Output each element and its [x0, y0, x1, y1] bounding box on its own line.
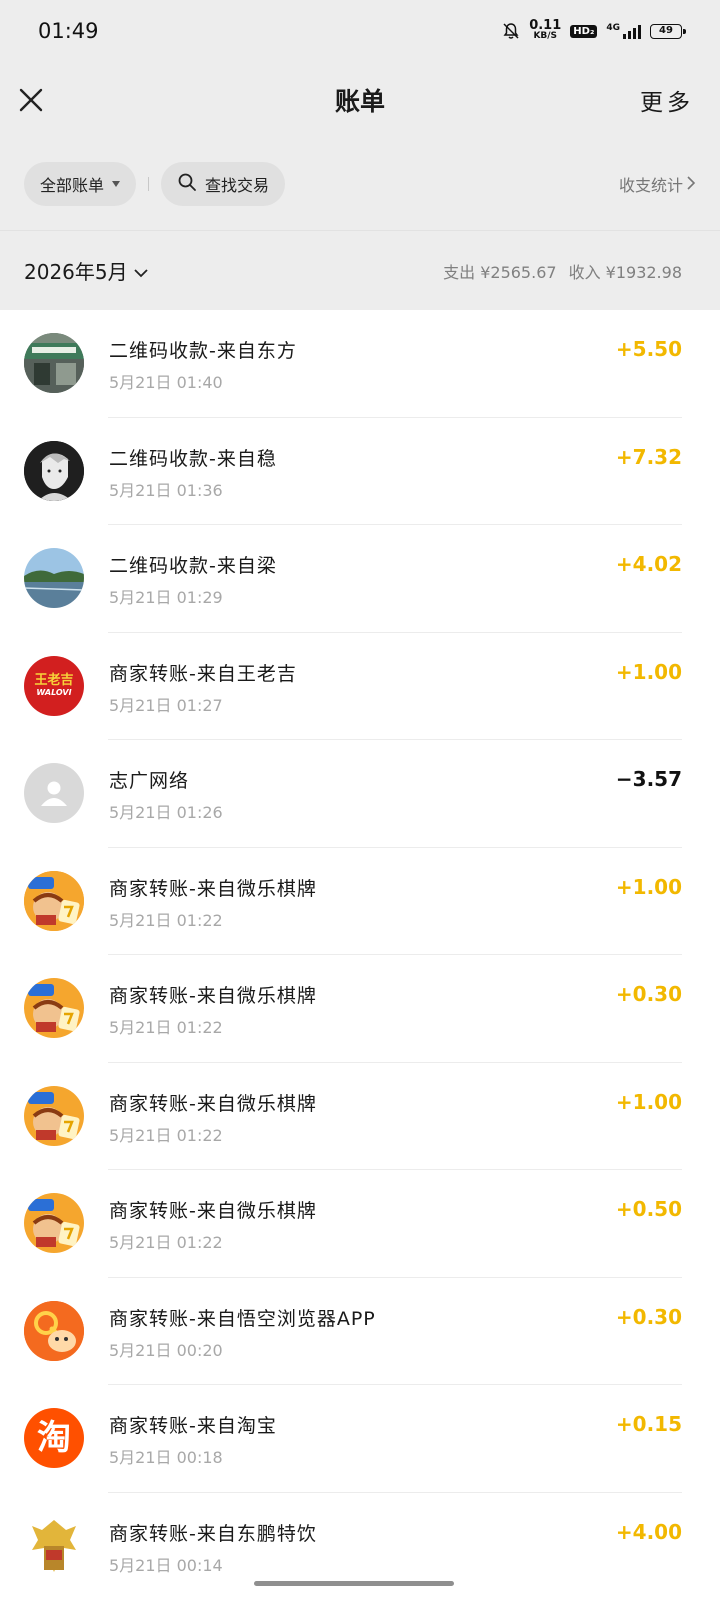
- search-label: 查找交易: [205, 176, 270, 195]
- page-title: 账单: [334, 87, 385, 116]
- month-label: 2026年5月: [24, 260, 128, 284]
- nav-bar: 账单 更多: [0, 62, 720, 138]
- transaction-amount: +1.00: [615, 874, 682, 899]
- transaction-amount: +4.00: [615, 1519, 682, 1544]
- transaction-item[interactable]: 商家转账-来自微乐棋牌 5月21日 01:22 +1.00: [0, 848, 720, 955]
- transaction-title: 商家转账-来自微乐棋牌: [109, 1092, 317, 1115]
- transaction-title: 志广网络: [109, 770, 190, 792]
- transaction-time: 5月21日 00:20: [109, 1340, 223, 1360]
- transaction-title: 二维码收款-来自稳: [109, 447, 277, 470]
- filter-row: 全部账单 查找交易 收支统计: [0, 138, 720, 230]
- transaction-item[interactable]: 商家转账-来自悟空浏览器APP 5月21日 00:20 +0.30: [0, 1278, 720, 1385]
- transaction-item[interactable]: 二维码收款-来自东方 5月21日 01:40 +5.50: [0, 310, 720, 418]
- transaction-time: 5月21日 01:36: [109, 480, 223, 500]
- taobao-logo-text: 淘: [37, 1418, 71, 1458]
- hd-badge: HD₂: [570, 24, 598, 38]
- transaction-amount: +0.15: [615, 1412, 682, 1436]
- wukong-browser-logo-avatar: [24, 1300, 84, 1361]
- net-speed: 0.11 KB/S: [529, 18, 562, 41]
- storefront-avatar: [24, 333, 84, 393]
- transaction-item[interactable]: 商家转账-来自微乐棋牌 5月21日 01:22 +1.00: [0, 1063, 720, 1170]
- default-person-avatar: [24, 763, 84, 823]
- transaction-title: 商家转账-来自微乐棋牌: [109, 985, 317, 1007]
- weile-cards-logo-avatar: [24, 978, 84, 1038]
- transaction-time: 5月21日 00:18: [109, 1448, 223, 1467]
- transaction-list: 二维码收款-来自东方 5月21日 01:40 +5.50 二维码收款-来自稳 5…: [0, 310, 720, 1600]
- month-expense: 支出 ¥2565.67: [443, 262, 557, 282]
- transaction-amount: +4.02: [615, 552, 682, 576]
- search-icon: [177, 172, 197, 196]
- transaction-item[interactable]: 二维码收款-来自稳 5月21日 01:36 +7.32: [0, 418, 720, 525]
- transaction-amount: +1.00: [615, 1089, 682, 1114]
- transaction-title: 二维码收款-来自梁: [109, 555, 277, 577]
- transaction-time: 5月21日 00:14: [109, 1555, 223, 1575]
- all-bills-filter[interactable]: 全部账单: [24, 162, 137, 206]
- chevron-down-icon: [133, 259, 148, 283]
- transaction-amount: +5.50: [615, 337, 682, 361]
- home-indicator[interactable]: [254, 1581, 454, 1586]
- transaction-item[interactable]: 志广网络 5月21日 01:26 −3.57: [0, 740, 720, 848]
- transaction-item[interactable]: 商家转账-来自微乐棋牌 5月21日 01:22 +0.50: [0, 1170, 720, 1278]
- transaction-time: 5月21日 01:40: [109, 373, 223, 392]
- transaction-title: 商家转账-来自王老吉: [109, 662, 297, 685]
- search-transaction-button[interactable]: 查找交易: [161, 162, 286, 206]
- transaction-time: 5月21日 01:22: [109, 1233, 223, 1252]
- dongpeng-logo-avatar: [24, 1515, 84, 1576]
- transaction-item[interactable]: 商家转账-来自微乐棋牌 5月21日 01:22 +0.30: [0, 955, 720, 1063]
- month-income: 收入 ¥1932.98: [568, 262, 682, 282]
- lake-landscape-avatar: [24, 548, 84, 608]
- month-row: 2026年5月 支出 ¥2565.67 收入 ¥1932.98: [0, 230, 720, 310]
- transaction-time: 5月21日 01:27: [109, 695, 223, 715]
- transaction-item[interactable]: 二维码收款-来自梁 5月21日 01:29 +4.02: [0, 525, 720, 633]
- transaction-amount: +0.30: [615, 982, 682, 1006]
- signal-icon: 4G: [606, 23, 641, 39]
- chevron-right-icon: [687, 175, 696, 194]
- divider: [148, 177, 150, 191]
- more-button[interactable]: 更多: [640, 83, 694, 117]
- transaction-amount: +7.32: [615, 444, 682, 469]
- transaction-title: 商家转账-来自淘宝: [109, 1415, 277, 1437]
- weile-cards-logo-avatar: [24, 1193, 84, 1253]
- transaction-amount: +0.50: [615, 1197, 682, 1221]
- status-bar: 01:49 0.11 KB/S HD₂ 4G 49: [0, 0, 720, 62]
- top-area: 01:49 0.11 KB/S HD₂ 4G 49 账单 更多 全部账单 查找交…: [0, 0, 720, 310]
- all-bills-label: 全部账单: [40, 176, 105, 195]
- month-selector[interactable]: 2026年5月: [24, 256, 148, 285]
- weile-cards-logo-avatar: [24, 870, 84, 931]
- transaction-title: 商家转账-来自微乐棋牌: [109, 877, 317, 900]
- wanglaoji-logo-avatar: 王老吉 WALOVI: [24, 655, 84, 716]
- dropdown-triangle-icon: [112, 181, 121, 187]
- transaction-time: 5月21日 01:29: [109, 588, 223, 607]
- transaction-title: 商家转账-来自悟空浏览器APP: [109, 1307, 376, 1330]
- transaction-title: 二维码收款-来自东方: [109, 340, 297, 362]
- transaction-time: 5月21日 01:22: [109, 910, 223, 930]
- transaction-time: 5月21日 01:26: [109, 803, 223, 822]
- stats-label: 收支统计: [618, 176, 683, 195]
- weile-cards-logo-avatar: [24, 1085, 84, 1146]
- transaction-amount: −3.57: [615, 767, 682, 791]
- transaction-title: 商家转账-来自东鹏特饮: [109, 1522, 317, 1545]
- transaction-title: 商家转账-来自微乐棋牌: [109, 1200, 317, 1222]
- bell-muted-icon: [502, 22, 520, 40]
- transaction-time: 5月21日 01:22: [109, 1018, 223, 1037]
- status-icons: 0.11 KB/S HD₂ 4G 49: [502, 18, 686, 42]
- transaction-amount: +0.30: [615, 1304, 682, 1329]
- battery-icon: 49: [650, 23, 686, 39]
- wanglaoji-logo-sub: WALOVI: [36, 687, 72, 697]
- taobao-logo-avatar: 淘: [24, 1408, 84, 1468]
- wanglaoji-logo-text: 王老吉: [34, 672, 74, 688]
- close-icon[interactable]: [18, 87, 44, 113]
- stats-link[interactable]: 收支统计: [619, 172, 696, 196]
- transaction-item[interactable]: 淘 商家转账-来自淘宝 5月21日 00:18 +0.15: [0, 1385, 720, 1493]
- transaction-item[interactable]: 王老吉 WALOVI 商家转账-来自王老吉 5月21日 01:27 +1.00: [0, 633, 720, 740]
- anime-sketch-avatar: [24, 440, 84, 501]
- transaction-time: 5月21日 01:22: [109, 1125, 223, 1145]
- clock: 01:49: [38, 19, 99, 43]
- transaction-amount: +1.00: [615, 659, 682, 684]
- month-summary: 支出 ¥2565.67 收入 ¥1932.98: [443, 259, 682, 283]
